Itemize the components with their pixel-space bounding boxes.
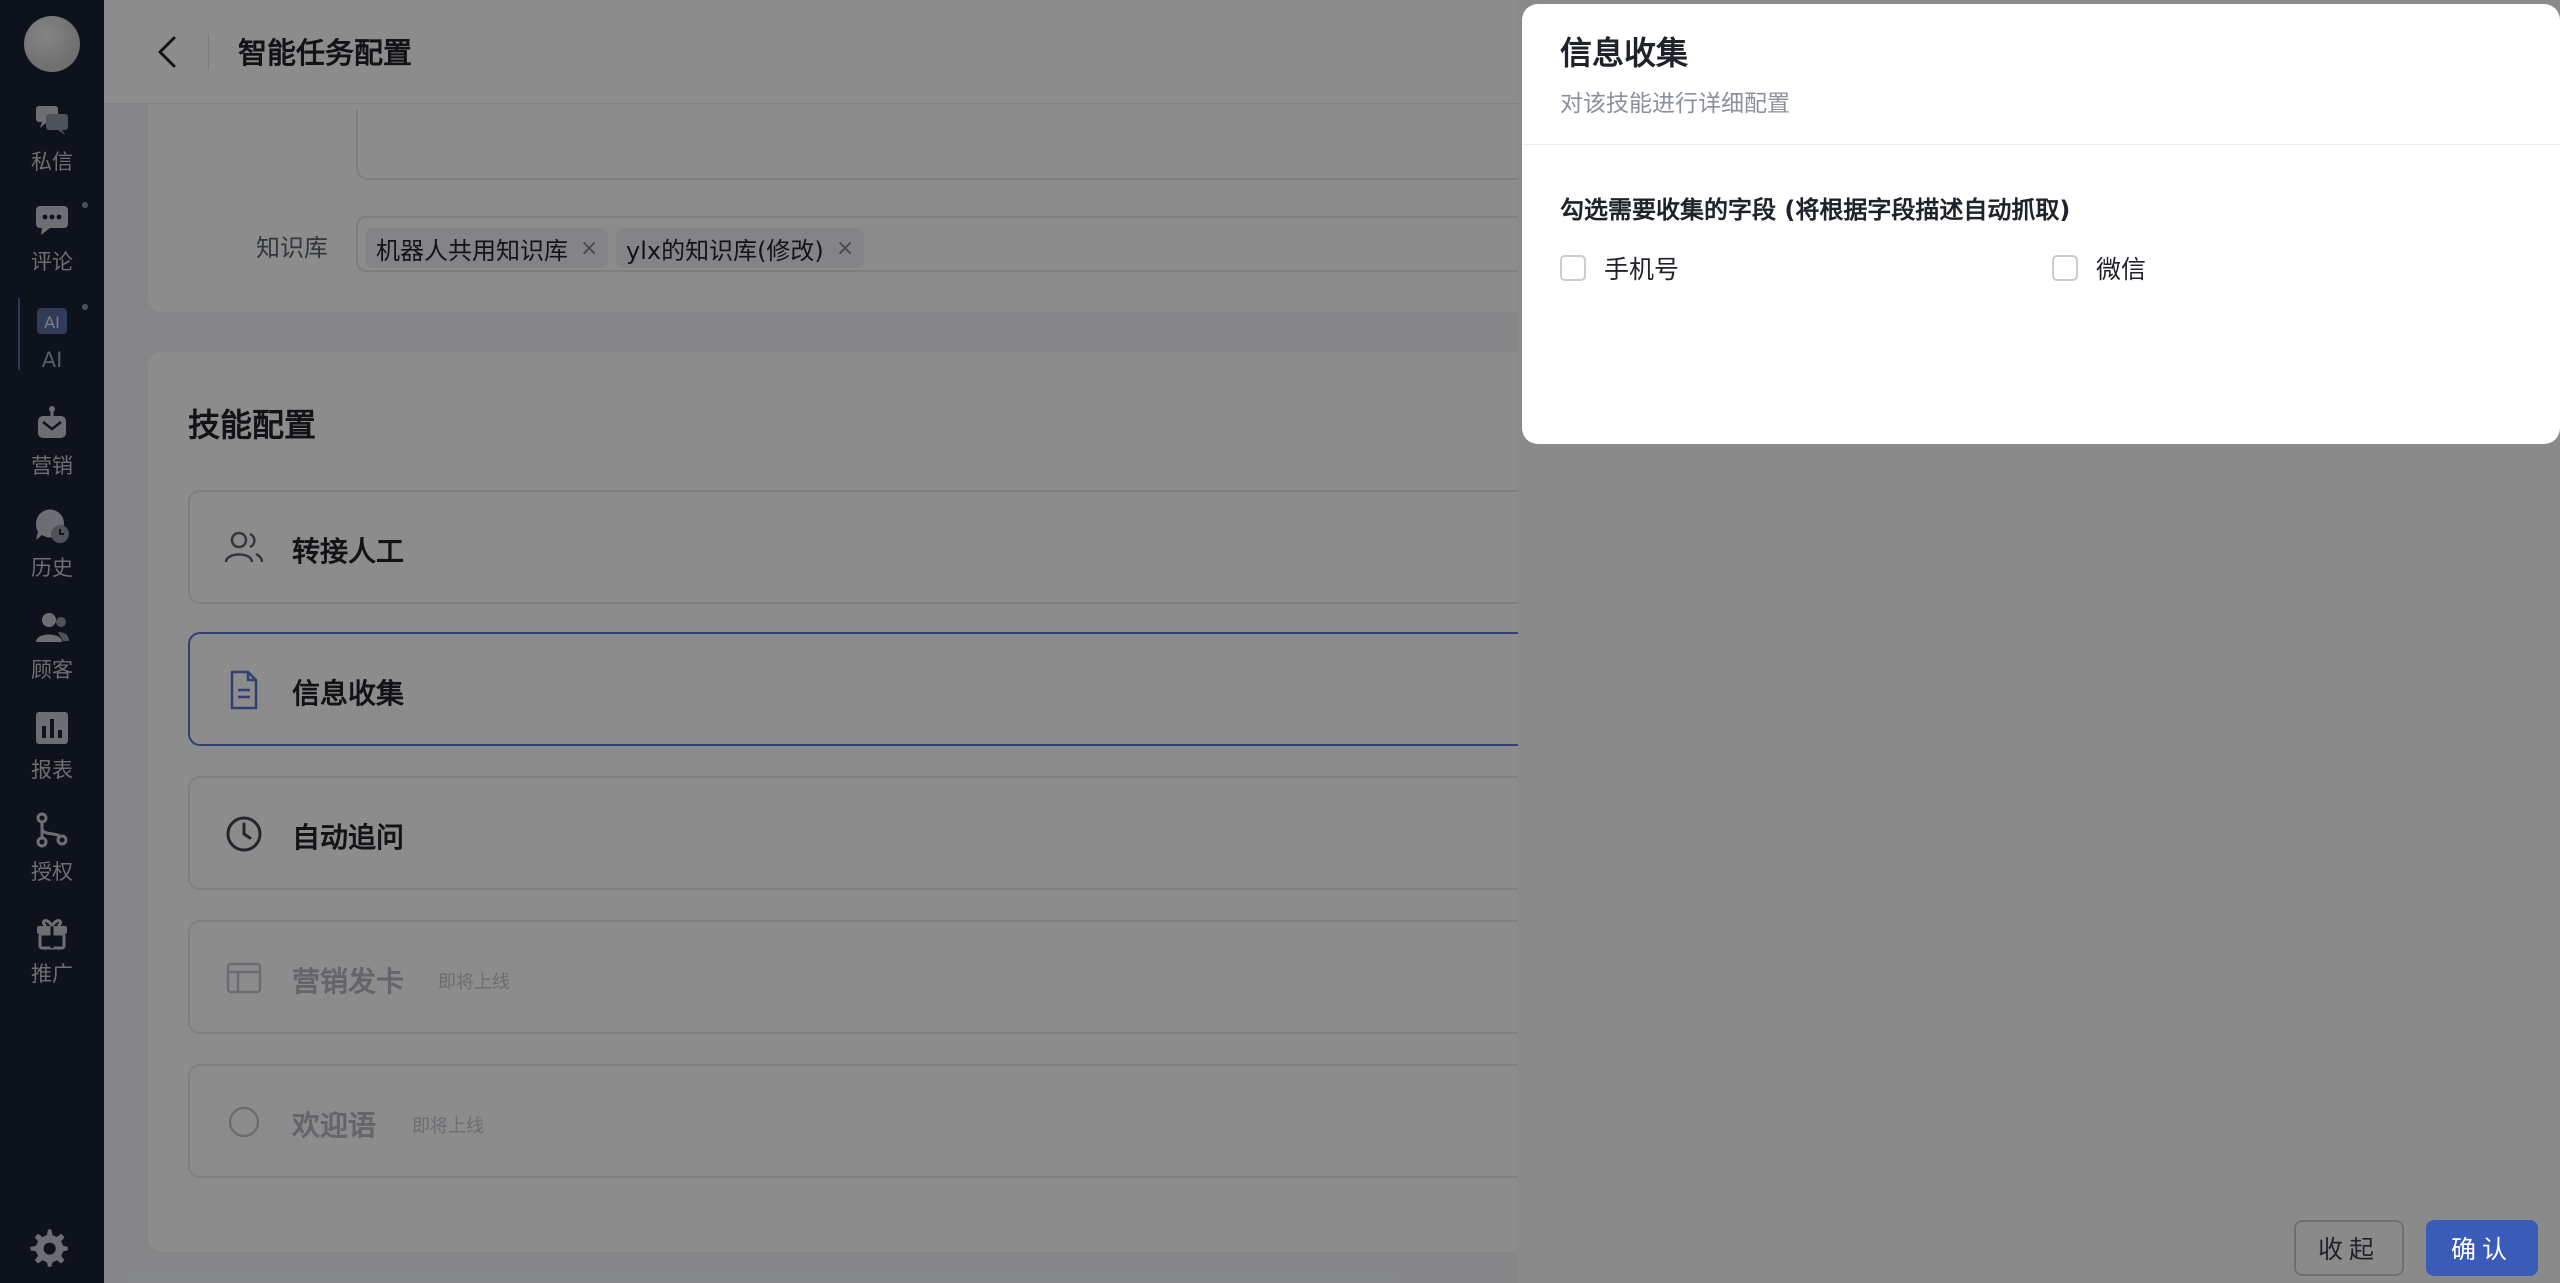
drawer-title: 信息收集 — [1560, 34, 1689, 72]
checkbox-box[interactable] — [2052, 255, 2078, 281]
divider — [1522, 144, 2560, 145]
field-select-prompt: 勾选需要收集的字段 (将根据字段描述自动抓取) — [1560, 196, 2071, 224]
checkbox-label: 手机号 — [1604, 255, 1680, 284]
checkbox-phone[interactable]: 手机号 — [1560, 250, 1679, 286]
confirm-button[interactable]: 确认 — [2426, 1220, 2538, 1276]
drawer-subtitle: 对该技能进行详细配置 — [1560, 91, 1790, 117]
checkbox-wechat[interactable]: 微信 — [2052, 250, 2146, 286]
checkbox-label: 微信 — [2096, 255, 2147, 284]
checkbox-box[interactable] — [1560, 255, 1586, 281]
collapse-button[interactable]: 收起 — [2294, 1220, 2404, 1276]
